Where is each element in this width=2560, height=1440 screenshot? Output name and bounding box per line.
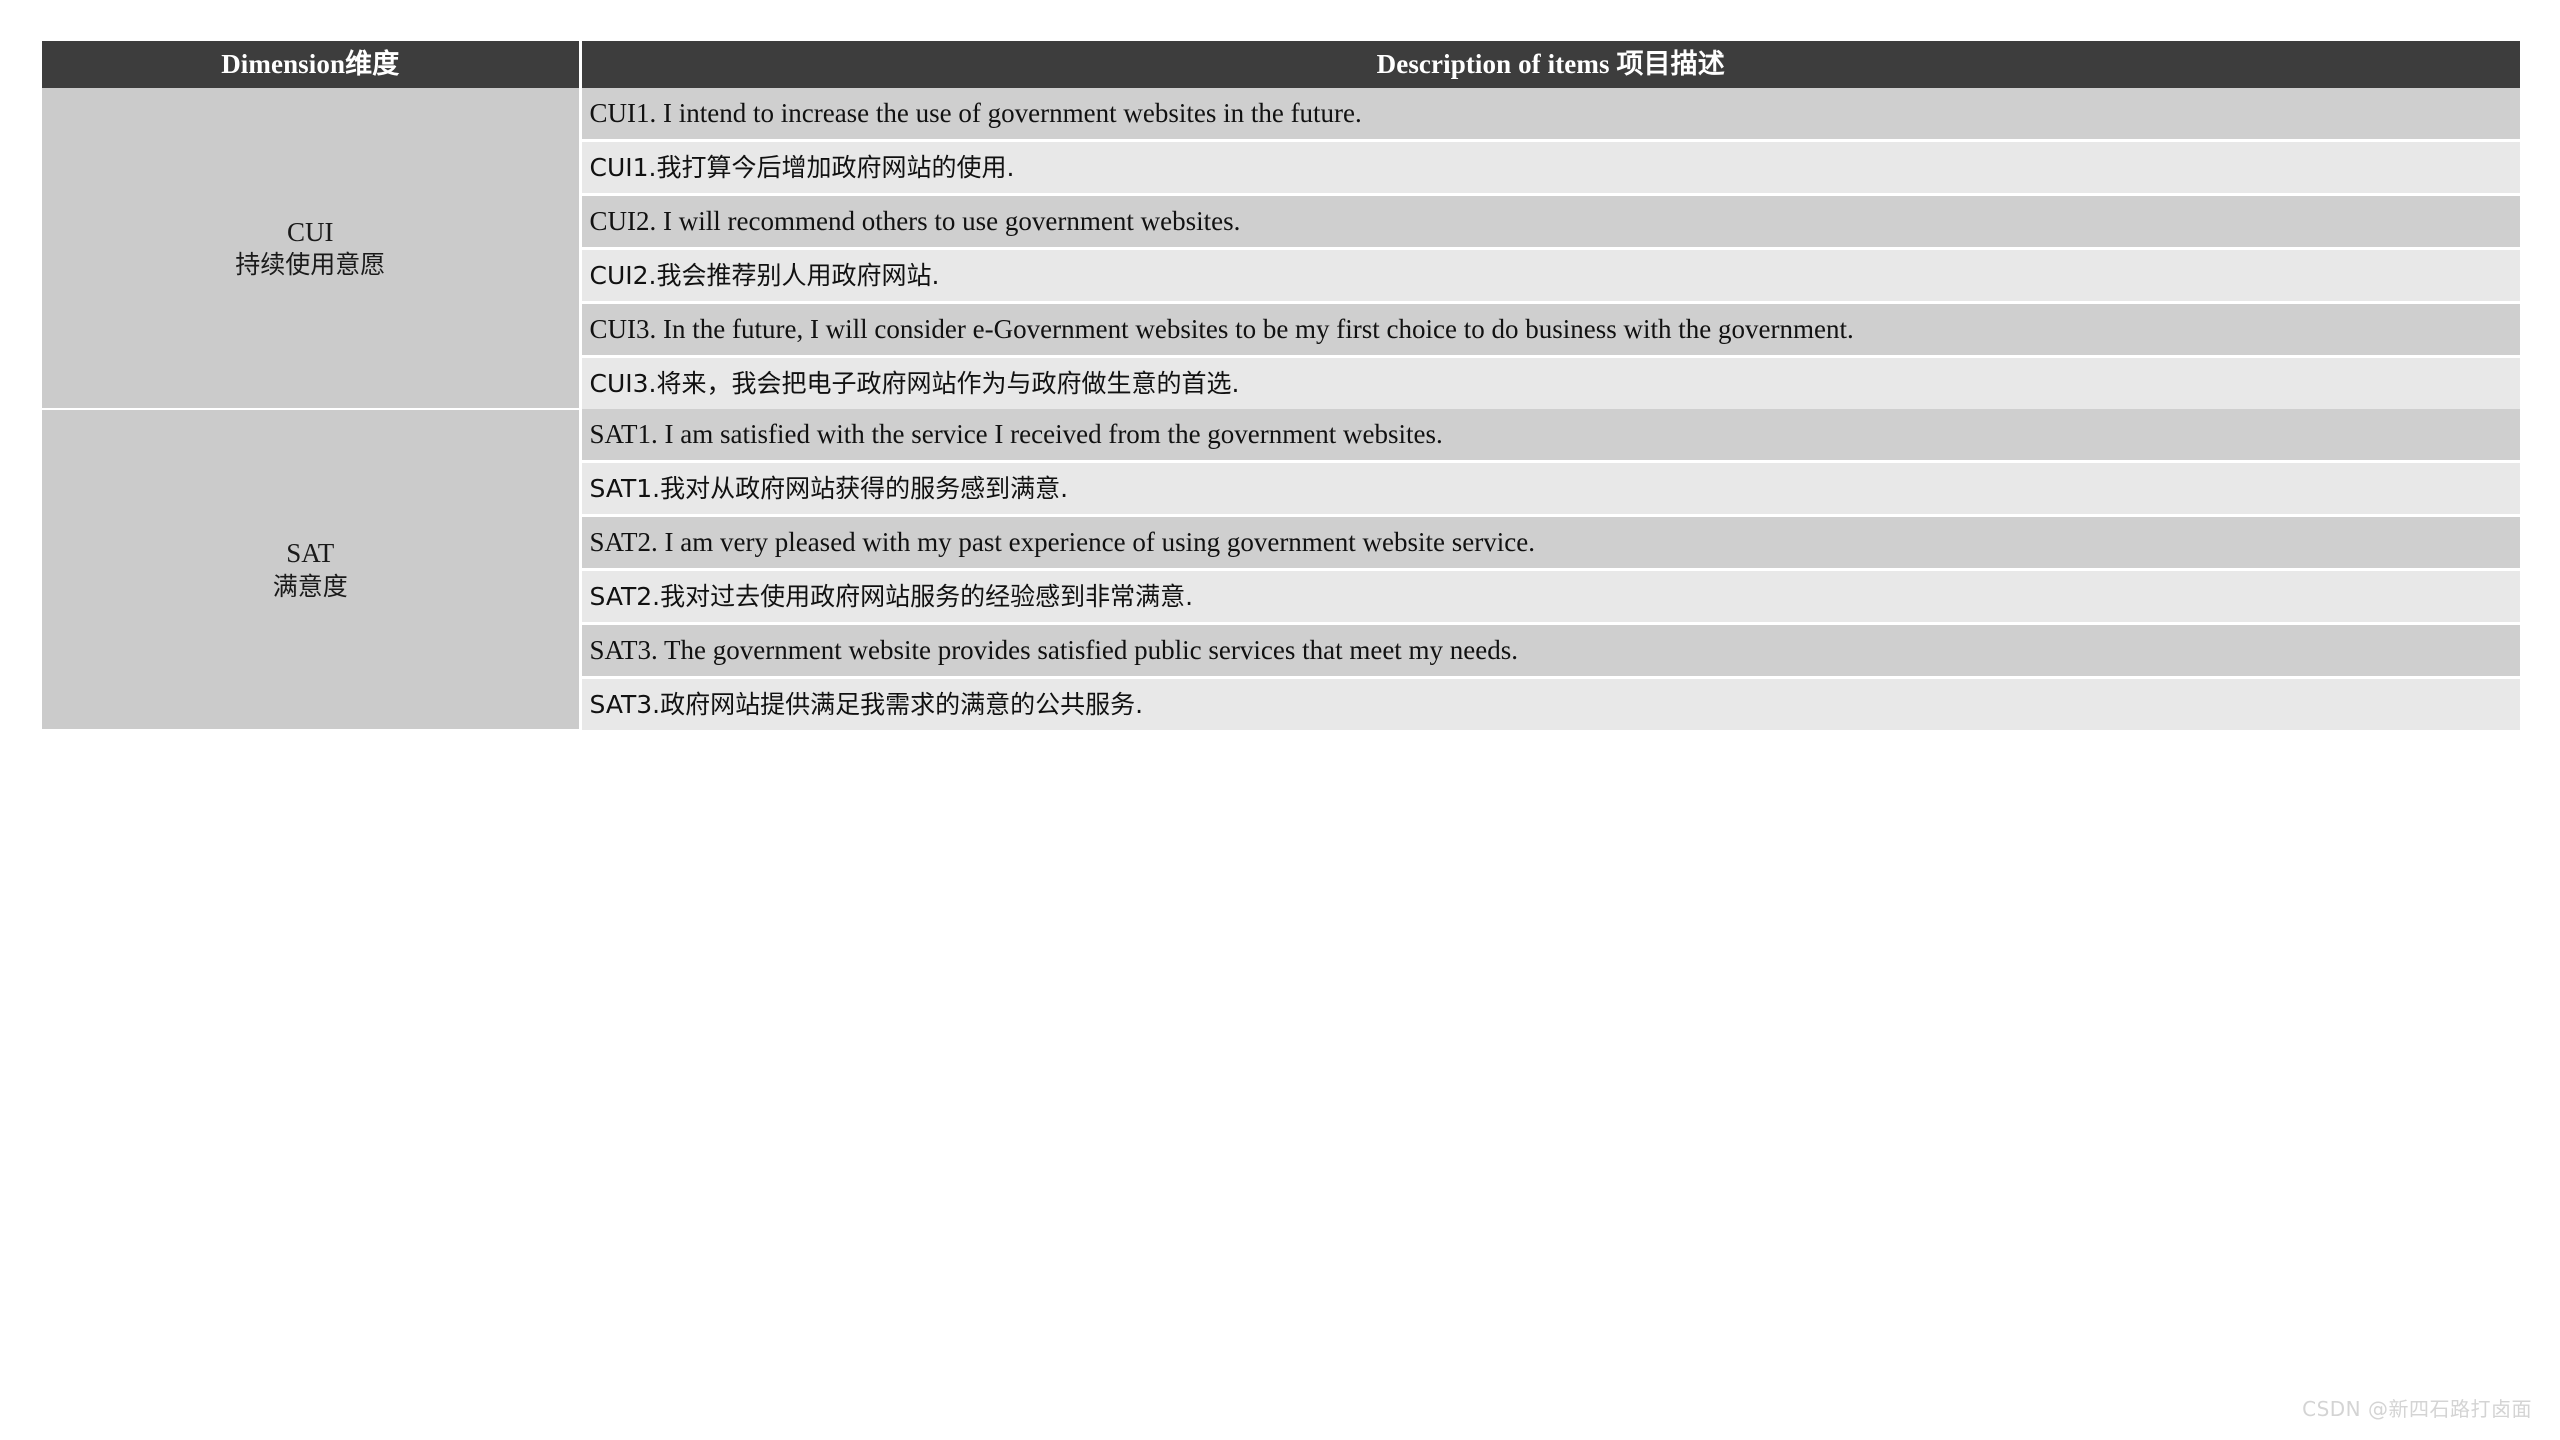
item-description-cell: CUI3.将来，我会把电子政府网站作为与政府做生意的首选. — [580, 355, 2520, 409]
table-row: CUI 持续使用意愿 CUI1. I intend to increase the … — [42, 88, 2520, 410]
item-description-cell: SAT3.政府网站提供满足我需求的满意的公共服务. — [580, 676, 2520, 730]
item-description-cell: CUI1. I intend to increase the use of go… — [580, 88, 2520, 141]
table-row: SAT 满意度 SAT1. I am satisfied with the serv… — [42, 409, 2520, 731]
dimension-label-cn: 持续使用意愿 — [235, 250, 386, 280]
column-header-dimension: Dimension维度 — [42, 41, 582, 88]
dimension-code: SAT — [286, 538, 335, 569]
item-description-cell: CUI2. I will recommend others to use gov… — [580, 193, 2520, 249]
table-header-row: Dimension维度 Description of items 项目描述 — [42, 41, 2520, 88]
dimension-cell-cui: CUI 持续使用意愿 — [42, 88, 582, 410]
dimension-label-cn: 满意度 — [272, 571, 348, 601]
item-description-cell: SAT1.我对从政府网站获得的服务感到满意. — [580, 460, 2520, 516]
dimension-cell-sat: SAT 满意度 — [42, 409, 582, 731]
survey-table-container: Dimension维度 Description of items 项目描述 CU… — [42, 41, 2520, 731]
item-description-cell: CUI3. In the future, I will consider e-G… — [580, 301, 2520, 357]
item-description-cell: SAT1. I am satisfied with the service I … — [580, 409, 2520, 462]
item-description-cell: CUI1.我打算今后增加政府网站的使用. — [580, 139, 2520, 195]
survey-items-table: Dimension维度 Description of items 项目描述 CU… — [42, 41, 2520, 731]
item-description-cell: SAT2.我对过去使用政府网站服务的经验感到非常满意. — [580, 568, 2520, 624]
item-description-cell: CUI2.我会推荐别人用政府网站. — [580, 247, 2520, 303]
item-description-cell: SAT3. The government website provides sa… — [580, 622, 2520, 678]
table-header: Dimension维度 Description of items 项目描述 — [42, 41, 2520, 88]
item-description-cell: SAT2. I am very pleased with my past exp… — [580, 514, 2520, 570]
page-root: Dimension维度 Description of items 项目描述 CU… — [0, 0, 2560, 1440]
csdn-watermark: CSDN @新四石路打卤面 — [2302, 1397, 2532, 1421]
dimension-code: CUI — [287, 216, 334, 247]
table-body: CUI 持续使用意愿 CUI1. I intend to increase the … — [42, 88, 2520, 731]
column-header-description: Description of items 项目描述 — [580, 41, 2520, 88]
